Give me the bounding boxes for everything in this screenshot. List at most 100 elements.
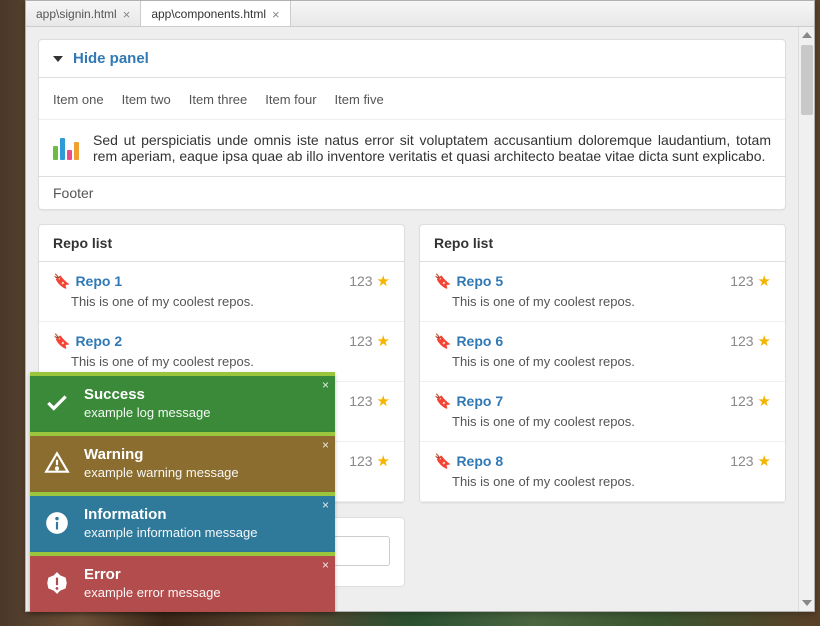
info-icon	[44, 510, 70, 536]
repo-link[interactable]: 🔖 Repo 5	[434, 273, 503, 290]
star-count: 123	[349, 453, 372, 469]
toast-title: Success	[84, 386, 210, 403]
panel-footer: Footer	[39, 176, 785, 209]
star-icon: ★	[758, 272, 771, 290]
star-icon: ★	[377, 392, 390, 410]
star-icon: ★	[377, 452, 390, 470]
repo-name: Repo 7	[456, 393, 503, 409]
toast-title: Error	[84, 566, 221, 583]
panel-toggle[interactable]: Hide panel	[39, 40, 785, 78]
nav-item[interactable]: Item four	[265, 86, 316, 113]
toast-message: example information message	[84, 525, 257, 540]
list-title: Repo list	[420, 225, 785, 262]
close-icon[interactable]: ×	[322, 438, 329, 452]
chevron-down-icon	[53, 56, 63, 62]
star-count: 123	[349, 393, 372, 409]
repo-item: 🔖 Repo 5 123 ★ This is one of my coolest rep…	[420, 262, 785, 322]
repo-link[interactable]: 🔖 Repo 8	[434, 453, 503, 470]
list-title: Repo list	[39, 225, 404, 262]
star-count: 123	[730, 393, 753, 409]
star-count: 123	[730, 273, 753, 289]
bookmark-icon: 🔖	[434, 393, 451, 410]
close-icon[interactable]: ×	[272, 8, 280, 21]
repo-stars: 123 ★	[730, 452, 771, 470]
repo-item: 🔖 Repo 7 123 ★ This is one of my coolest rep…	[420, 382, 785, 442]
nav-item[interactable]: Item two	[122, 86, 171, 113]
repo-desc: This is one of my coolest repos.	[434, 294, 771, 309]
close-icon[interactable]: ×	[123, 8, 131, 21]
repo-name: Repo 5	[456, 273, 503, 289]
bookmark-icon: 🔖	[53, 273, 70, 290]
editor-tab[interactable]: app\components.html ×	[141, 1, 290, 26]
toast-message: example log message	[84, 405, 210, 420]
repo-desc: This is one of my coolest repos.	[434, 474, 771, 489]
editor-tab[interactable]: app\signin.html ×	[26, 1, 141, 26]
repo-list-panel: Repo list 🔖 Repo 5 123 ★ This is one of my c…	[419, 224, 786, 503]
repo-link[interactable]: 🔖 Repo 2	[53, 333, 122, 350]
repo-item: 🔖 Repo 6 123 ★ This is one of my coolest rep…	[420, 322, 785, 382]
collapsible-panel: Hide panel Item one Item two Item three …	[38, 39, 786, 210]
toast-stack: × Success example log message × Warning examp…	[30, 372, 335, 612]
error-icon	[44, 570, 70, 596]
repo-item: 🔖 Repo 1 123 ★ This is one of my coolest rep…	[39, 262, 404, 322]
editor-tabstrip: app\signin.html × app\components.html ×	[26, 1, 814, 27]
repo-link[interactable]: 🔖 Repo 1	[53, 273, 122, 290]
repo-desc: This is one of my coolest repos.	[53, 354, 390, 369]
toast-title: Warning	[84, 446, 239, 463]
repo-item: 🔖 Repo 8 123 ★ This is one of my coolest rep…	[420, 442, 785, 502]
repo-name: Repo 2	[75, 333, 122, 349]
star-count: 123	[349, 333, 372, 349]
star-icon: ★	[377, 332, 390, 350]
repo-link[interactable]: 🔖 Repo 7	[434, 393, 503, 410]
close-icon[interactable]: ×	[322, 378, 329, 392]
bookmark-icon: 🔖	[434, 333, 451, 350]
star-count: 123	[730, 453, 753, 469]
repo-desc: This is one of my coolest repos.	[434, 354, 771, 369]
star-icon: ★	[758, 392, 771, 410]
panel-title: Hide panel	[73, 50, 149, 67]
repo-stars: 123 ★	[730, 272, 771, 290]
panel-nav: Item one Item two Item three Item four I…	[39, 78, 785, 113]
editor-tab-label: app\signin.html	[36, 7, 117, 21]
repo-stars: 123 ★	[349, 392, 390, 410]
repo-stars: 123 ★	[349, 272, 390, 290]
scrollbar-thumb[interactable]	[801, 45, 813, 115]
vertical-scrollbar[interactable]	[798, 27, 814, 611]
repo-desc: This is one of my coolest repos.	[53, 294, 390, 309]
bookmark-icon: 🔖	[434, 273, 451, 290]
toast-message: example error message	[84, 585, 221, 600]
nav-item[interactable]: Item three	[189, 86, 248, 113]
panel-body-text: Sed ut perspiciatis unde omnis iste natu…	[93, 132, 771, 164]
toast-warning: × Warning example warning message	[30, 432, 335, 492]
star-icon: ★	[377, 272, 390, 290]
warning-icon	[44, 450, 70, 476]
bookmark-icon: 🔖	[53, 333, 70, 350]
repo-stars: 123 ★	[349, 332, 390, 350]
star-count: 123	[349, 273, 372, 289]
panel-body: Sed ut perspiciatis unde omnis iste natu…	[39, 119, 785, 176]
star-icon: ★	[758, 452, 771, 470]
bookmark-icon: 🔖	[434, 453, 451, 470]
toast-title: Information	[84, 506, 257, 523]
toast-success: × Success example log message	[30, 372, 335, 432]
nav-item[interactable]: Item one	[53, 86, 104, 113]
editor-tab-label: app\components.html	[151, 7, 266, 21]
repo-stars: 123 ★	[730, 392, 771, 410]
star-count: 123	[730, 333, 753, 349]
repo-desc: This is one of my coolest repos.	[434, 414, 771, 429]
repo-link[interactable]: 🔖 Repo 6	[434, 333, 503, 350]
repo-name: Repo 6	[456, 333, 503, 349]
repo-stars: 123 ★	[730, 332, 771, 350]
repo-name: Repo 8	[456, 453, 503, 469]
repo-name: Repo 1	[75, 273, 122, 289]
toast-info: × Information example information message	[30, 492, 335, 552]
toast-error: × Error example error message	[30, 552, 335, 612]
close-icon[interactable]: ×	[322, 498, 329, 512]
toast-message: example warning message	[84, 465, 239, 480]
repo-stars: 123 ★	[349, 452, 390, 470]
star-icon: ★	[758, 332, 771, 350]
success-icon	[44, 390, 70, 416]
close-icon[interactable]: ×	[322, 558, 329, 572]
bar-chart-icon	[53, 132, 81, 160]
nav-item[interactable]: Item five	[335, 86, 384, 113]
